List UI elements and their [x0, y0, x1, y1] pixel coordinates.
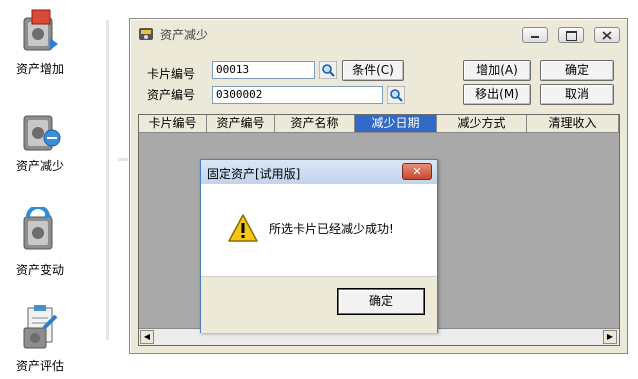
launcher-connector: [118, 158, 128, 161]
dialog-title: 固定资产[试用版]: [207, 167, 301, 181]
dialog-footer: 确定: [201, 276, 437, 333]
launcher-label: 资产评估: [15, 359, 64, 373]
maximize-icon: [566, 31, 577, 41]
warning-icon: [228, 214, 258, 242]
launcher-label: 资产增加: [15, 62, 64, 76]
dialog-close-button[interactable]: ✕: [402, 163, 432, 180]
cancel-button[interactable]: 取消: [540, 84, 614, 105]
remove-button[interactable]: 移出(M): [463, 84, 531, 105]
add-button[interactable]: 增加(A): [463, 60, 531, 81]
launcher-asset-reduce[interactable]: 资产减少: [0, 100, 80, 180]
search-icon[interactable]: [387, 86, 405, 104]
dialog-message: 所选卡片已经减少成功!: [269, 222, 394, 236]
card-no-input[interactable]: 00013: [212, 61, 315, 79]
window-title: 资产减少: [160, 28, 209, 42]
launcher-label: 资产变动: [15, 263, 64, 277]
asset-reduce-icon: [18, 110, 62, 156]
launcher-asset-add[interactable]: 资产增加: [0, 0, 80, 80]
column-header[interactable]: 减少方式: [437, 115, 527, 133]
launcher-label: 资产减少: [15, 159, 64, 173]
asset-no-label: 资产编号: [147, 88, 196, 102]
card-no-label: 卡片编号: [147, 67, 196, 81]
scroll-right-icon[interactable]: ▶: [603, 330, 617, 344]
column-header[interactable]: 资产名称: [275, 115, 355, 133]
launcher-asset-change[interactable]: 资产变动: [0, 205, 80, 285]
condition-button[interactable]: 条件(C): [342, 60, 404, 81]
app-icon: [138, 26, 154, 45]
message-dialog: 固定资产[试用版] ✕ 所选卡片已经减少成功! 确定: [200, 159, 438, 333]
close-icon: [602, 31, 612, 40]
column-header[interactable]: 卡片编号: [139, 115, 207, 133]
asset-change-icon: [18, 205, 62, 253]
launcher-asset-evaluate[interactable]: 资产评估: [0, 300, 80, 379]
asset-evaluate-icon: [18, 304, 62, 350]
window-titlebar[interactable]: 资产减少: [130, 19, 627, 47]
launcher-divider: [106, 20, 109, 340]
dialog-ok-button[interactable]: 确定: [337, 288, 425, 315]
column-header[interactable]: 清理收入: [527, 115, 619, 133]
column-header[interactable]: 资产编号: [207, 115, 275, 133]
minimize-button[interactable]: [522, 27, 548, 43]
confirm-button[interactable]: 确定: [540, 60, 614, 81]
dialog-titlebar[interactable]: 固定资产[试用版] ✕: [201, 160, 437, 184]
minimize-icon: [531, 36, 539, 38]
maximize-button[interactable]: [558, 27, 584, 43]
column-header-selected[interactable]: 减少日期: [355, 115, 437, 133]
search-icon[interactable]: [319, 61, 337, 79]
close-button[interactable]: [594, 27, 620, 43]
asset-no-input[interactable]: 0300002: [212, 86, 383, 104]
asset-add-icon: [18, 8, 62, 54]
scroll-left-icon[interactable]: ◀: [140, 330, 154, 344]
close-icon: ✕: [412, 165, 422, 178]
